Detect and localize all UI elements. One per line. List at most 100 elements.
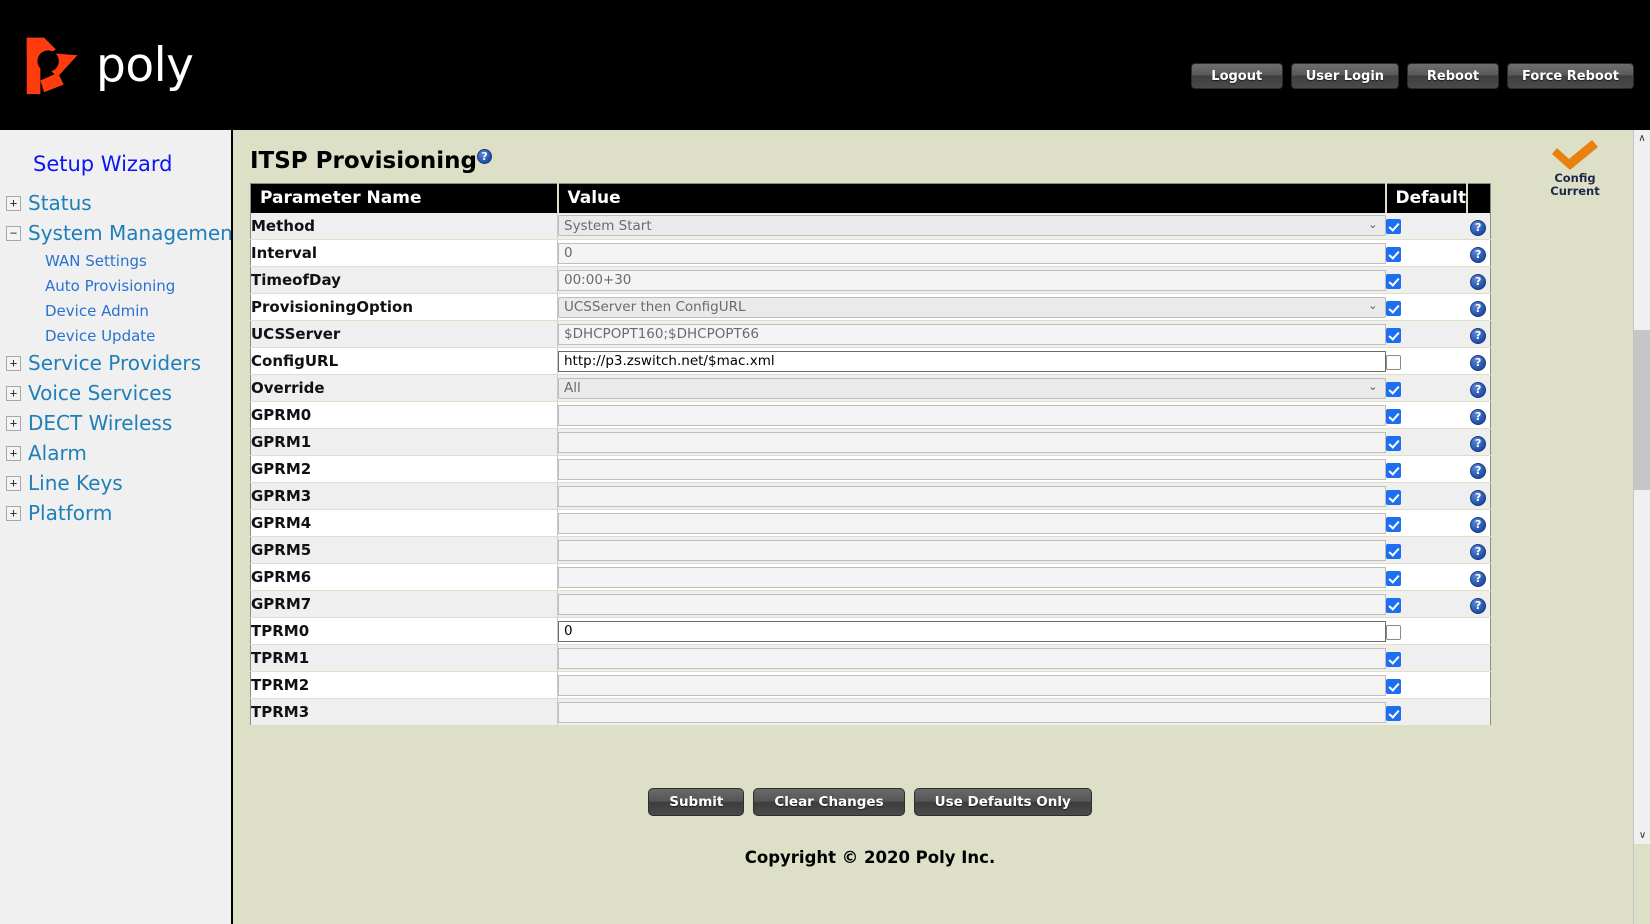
default-checkbox[interactable] [1385,624,1401,640]
table-row: GPRM1? [250,428,1491,456]
default-checkbox-cell [1385,347,1467,375]
sidebar-item-status[interactable]: + Status [0,188,231,218]
row-help-icon[interactable]: ? [1470,516,1487,533]
row-help-icon[interactable]: ? [1470,246,1487,263]
sidebar-item-device-admin[interactable]: Device Admin [0,298,231,323]
input-configurl[interactable] [558,350,1386,372]
row-help-icon[interactable]: ? [1470,543,1487,560]
expand-plus-icon[interactable]: + [6,385,21,401]
scroll-up-arrow-icon[interactable]: ∧ [1634,130,1650,147]
parameter-name-cell: TPRM3 [250,698,558,726]
default-checkbox[interactable] [1385,597,1401,613]
default-checkbox[interactable] [1385,705,1401,721]
sidebar-nav: Setup Wizard + Status − System Managemen… [0,130,233,924]
expand-plus-icon[interactable]: + [6,445,21,461]
user-login-button[interactable]: User Login [1290,63,1400,89]
expand-plus-icon[interactable]: + [6,475,21,491]
parameter-value-cell [557,563,1386,591]
row-help-icon[interactable]: ? [1470,300,1487,317]
row-help-icon[interactable]: ? [1470,381,1487,398]
sidebar-item-auto-provisioning[interactable]: Auto Provisioning [0,273,231,298]
default-checkbox[interactable] [1385,489,1401,505]
row-help-cell: ? [1466,212,1491,240]
sidebar-item-line-keys[interactable]: + Line Keys [0,468,231,498]
row-help-icon[interactable]: ? [1470,327,1487,344]
default-checkbox[interactable] [1385,651,1401,667]
parameter-name-cell: Override [250,374,558,402]
submit-button[interactable]: Submit [648,788,745,816]
default-checkbox-cell [1385,293,1467,321]
force-reboot-button[interactable]: Force Reboot [1507,63,1634,89]
row-help-cell [1466,698,1491,726]
row-help-icon[interactable]: ? [1470,462,1487,479]
table-row: GPRM4? [250,509,1491,537]
sidebar-item-label: Platform [28,501,113,525]
use-defaults-only-button[interactable]: Use Defaults Only [913,788,1092,816]
default-checkbox[interactable] [1385,246,1401,262]
default-checkbox[interactable] [1385,408,1401,424]
default-checkbox[interactable] [1385,381,1401,397]
parameter-value-cell: All ⌄ [557,374,1386,402]
row-help-icon[interactable]: ? [1470,489,1487,506]
expand-plus-icon[interactable]: + [6,195,21,211]
table-row: GPRM0? [250,401,1491,429]
select-provisioningoption[interactable]: UCSServer then ConfigURL ⌄ [558,296,1386,318]
default-checkbox[interactable] [1385,327,1401,343]
row-help-icon[interactable]: ? [1470,219,1487,236]
parameter-value-cell [557,644,1386,672]
table-row: Override All ⌄? [250,374,1491,402]
default-checkbox[interactable] [1385,300,1401,316]
default-checkbox[interactable] [1385,219,1401,235]
sidebar-item-setup-wizard[interactable]: Setup Wizard [0,148,231,188]
row-help-icon[interactable]: ? [1470,597,1487,614]
input-gprm2 [558,458,1386,480]
select-value-label: System Start [564,217,652,234]
table-row: TPRM3 [250,698,1491,726]
logout-button[interactable]: Logout [1190,63,1283,89]
poly-wordmark: poly [96,37,194,93]
parameter-name-cell: Method [250,212,558,240]
default-checkbox[interactable] [1385,543,1401,559]
default-checkbox[interactable] [1385,354,1401,370]
default-checkbox[interactable] [1385,273,1401,289]
sidebar-item-alarm[interactable]: + Alarm [0,438,231,468]
row-help-cell: ? [1466,293,1491,321]
sidebar-item-dect-wireless[interactable]: + DECT Wireless [0,408,231,438]
page-help-icon[interactable]: ? [477,149,493,164]
row-help-icon[interactable]: ? [1470,435,1487,452]
parameter-value-cell [557,671,1386,699]
parameter-name-cell: GPRM7 [250,590,558,618]
default-checkbox[interactable] [1385,435,1401,451]
default-checkbox[interactable] [1385,570,1401,586]
row-help-icon[interactable]: ? [1470,354,1487,371]
select-method[interactable]: System Start ⌄ [558,215,1386,237]
input-ucsserver [558,323,1386,345]
select-override[interactable]: All ⌄ [558,377,1386,399]
row-help-icon[interactable]: ? [1470,570,1487,587]
sidebar-item-system-management[interactable]: − System Management [0,218,231,248]
main-content: Config Current ITSP Provisioning ? Param… [233,130,1633,924]
default-checkbox-cell [1385,320,1467,348]
default-checkbox[interactable] [1385,462,1401,478]
scroll-down-arrow-icon[interactable]: ∨ [1634,827,1650,844]
vertical-scrollbar[interactable]: ∧ ∨ [1633,130,1650,924]
input-tprm0[interactable] [558,620,1386,642]
reboot-button[interactable]: Reboot [1407,63,1500,89]
sidebar-item-platform[interactable]: + Platform [0,498,231,528]
scrollbar-thumb[interactable] [1634,330,1650,490]
input-gprm1 [558,431,1386,453]
expand-plus-icon[interactable]: + [6,505,21,521]
default-checkbox[interactable] [1385,516,1401,532]
sidebar-item-wan-settings[interactable]: WAN Settings [0,248,231,273]
expand-plus-icon[interactable]: + [6,355,21,371]
clear-changes-button[interactable]: Clear Changes [753,788,905,816]
sidebar-item-voice-services[interactable]: + Voice Services [0,378,231,408]
parameter-name-cell: TPRM2 [250,671,558,699]
expand-plus-icon[interactable]: + [6,415,21,431]
sidebar-item-service-providers[interactable]: + Service Providers [0,348,231,378]
collapse-minus-icon[interactable]: − [6,225,21,241]
sidebar-item-device-update[interactable]: Device Update [0,323,231,348]
row-help-icon[interactable]: ? [1470,273,1487,290]
row-help-icon[interactable]: ? [1470,408,1487,425]
default-checkbox[interactable] [1385,678,1401,694]
